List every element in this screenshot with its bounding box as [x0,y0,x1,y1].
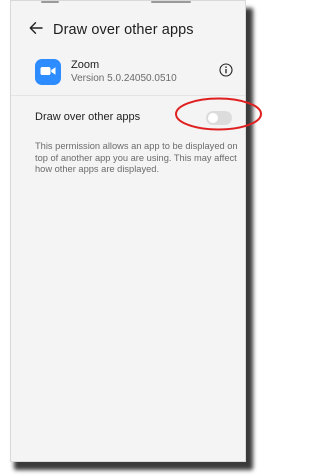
draw-over-apps-row[interactable]: Draw over other apps [11,103,245,131]
page-title: Draw over other apps [53,22,194,38]
app-version: Version 5.0.24050.0510 [71,73,177,84]
phone-screen: Draw over other apps Zoom Version 5.0.24… [10,0,246,462]
zoom-app-icon [35,59,61,85]
status-bar-fragment [151,1,191,3]
status-bar [41,1,221,5]
back-button[interactable] [23,17,49,43]
permission-description: This permission allows an app to be disp… [35,141,238,174]
toggle-knob [208,113,218,123]
draw-over-apps-toggle[interactable] [206,111,232,125]
section-divider [11,95,245,96]
back-arrow-icon [29,21,43,40]
zoom-video-icon [40,63,56,81]
app-info-card: Zoom Version 5.0.24050.0510 [11,53,245,93]
app-info-button[interactable] [218,62,234,82]
header: Draw over other apps [11,15,245,45]
app-name: Zoom [71,59,100,71]
status-bar-fragment [41,1,59,3]
screenshot-canvas: Draw over other apps Zoom Version 5.0.24… [0,0,265,476]
info-icon [219,62,233,82]
setting-label: Draw over other apps [35,111,141,123]
